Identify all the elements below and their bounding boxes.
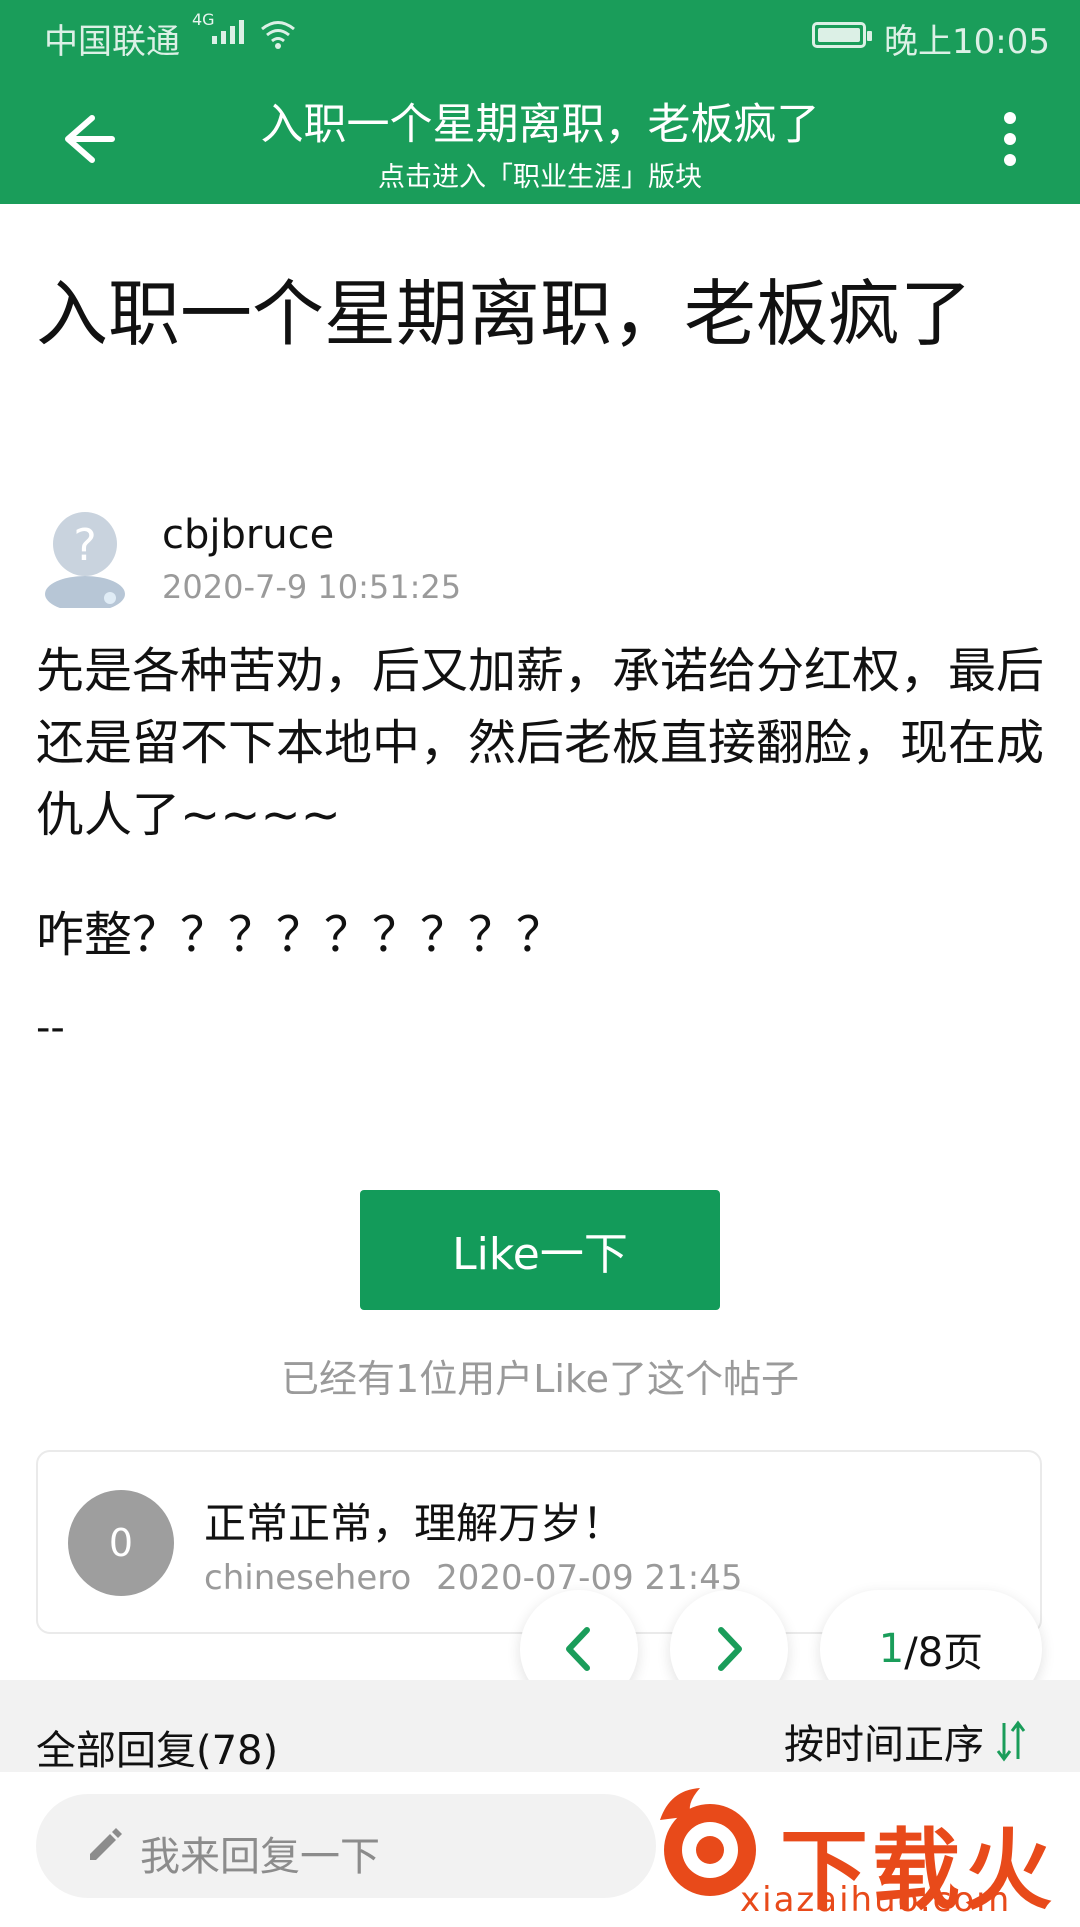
like-count-text: 已经有1位用户Like了这个帖子 — [281, 1357, 799, 1401]
chevron-right-icon — [718, 1627, 742, 1671]
reply-meta: chinesehero 2020-07-09 21:45 — [204, 1558, 743, 1598]
page-total: /8页 — [904, 1630, 984, 1676]
reply-text: 正常正常，理解万岁！ — [204, 1499, 625, 1548]
post-signature: -- — [36, 1005, 65, 1051]
section-link[interactable]: 点击进入「职业生涯」版块 — [200, 155, 880, 194]
battery-icon — [812, 22, 872, 48]
post-question: 咋整？？？？？？？？？ — [36, 907, 565, 963]
watermark-domain: xiazaihuo.com — [740, 1880, 1012, 1920]
sort-button[interactable]: 按时间正序 — [784, 1712, 1028, 1770]
chevron-left-icon — [566, 1627, 590, 1671]
author-name[interactable]: cbjbruce — [162, 512, 334, 558]
author-avatar[interactable]: ? — [40, 508, 130, 608]
post-body: 先是各种苦劝，后又加薪，承诺给分红权，最后还是留不下本地中，然后老板直接翻脸，现… — [36, 643, 1045, 843]
pencil-icon — [90, 1828, 122, 1860]
reply-avatar[interactable]: 0 — [68, 1490, 174, 1596]
like-button[interactable]: Like一下 — [360, 1190, 720, 1310]
signal-icon — [212, 20, 244, 44]
status-carrier: 中国联通 — [44, 22, 180, 62]
page-current: 1 — [878, 1626, 905, 1672]
status-time: 晚上10:05 — [884, 22, 1050, 62]
post-time: 2020-7-9 10:51:25 — [162, 568, 462, 606]
header-title: 入职一个星期离职，老板疯了 — [260, 100, 820, 150]
reply-user[interactable]: chinesehero — [204, 1558, 411, 1598]
back-arrow-icon[interactable] — [50, 104, 120, 174]
sort-label: 按时间正序 — [784, 1722, 984, 1768]
post-title: 入职一个星期离职，老板疯了 — [36, 272, 973, 356]
reply-placeholder: 我来回复一下 — [140, 1834, 380, 1880]
all-replies-label: 全部回复(78) — [36, 1728, 279, 1774]
svg-text:?: ? — [73, 520, 96, 571]
more-options-icon[interactable] — [990, 108, 1030, 170]
wifi-icon — [261, 21, 295, 49]
sort-icon — [996, 1720, 1026, 1762]
